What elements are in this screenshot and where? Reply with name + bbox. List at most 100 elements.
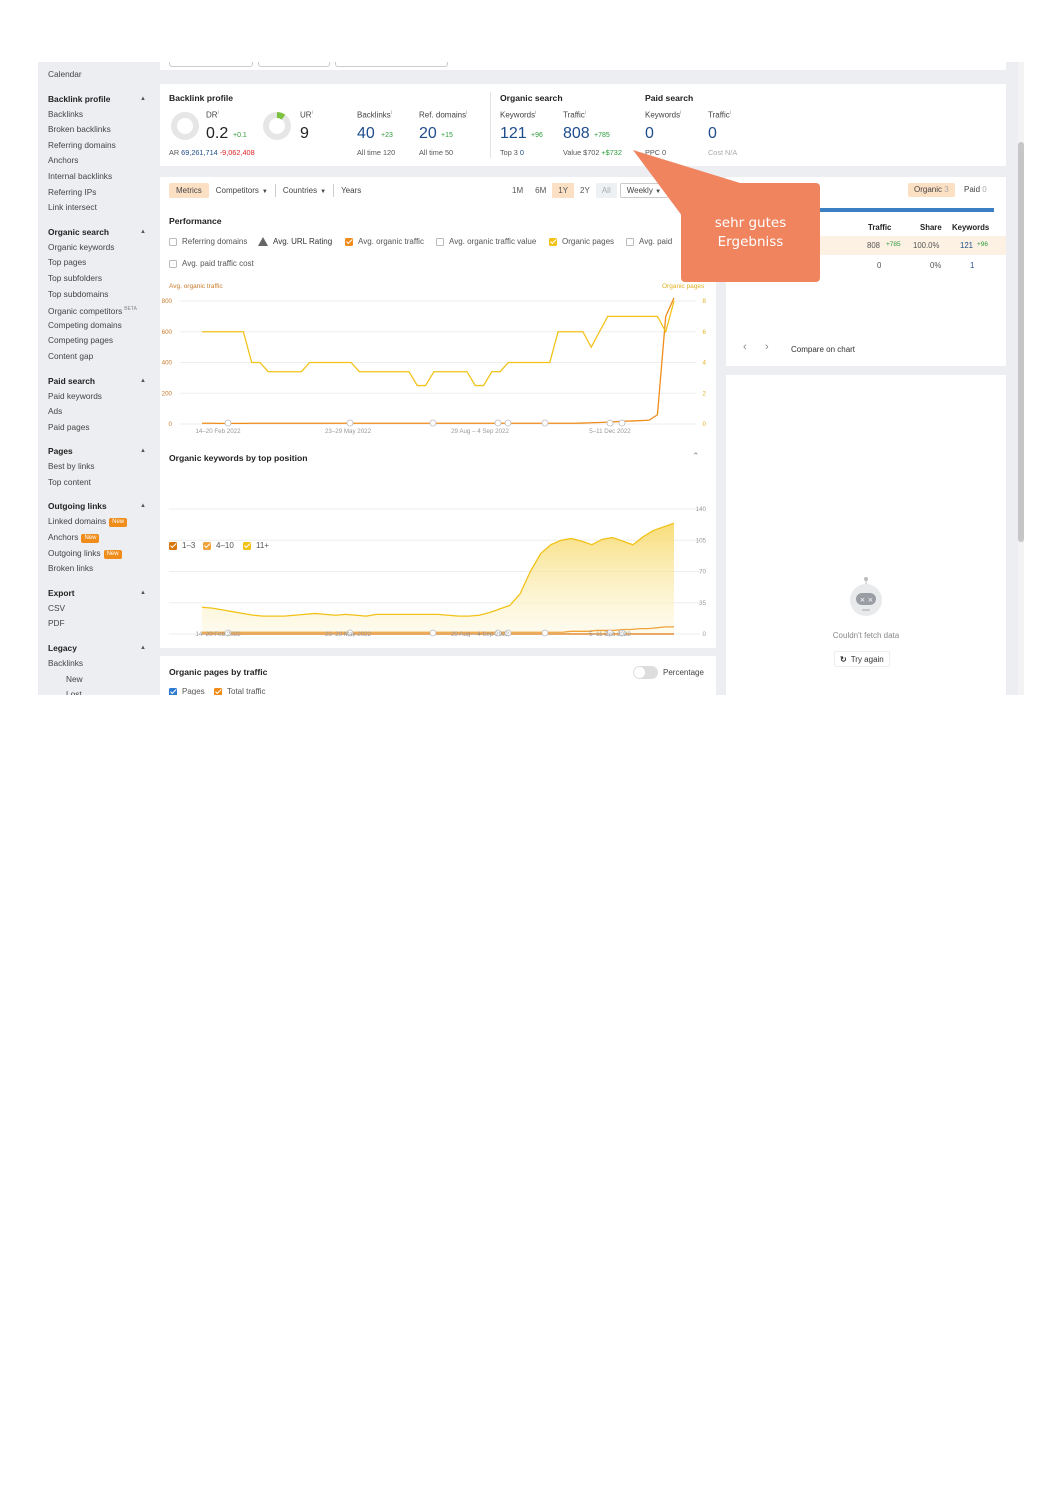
backlink-profile-title: Backlink profile (169, 93, 233, 103)
sidebar-item[interactable]: Ads (48, 404, 160, 420)
range-1m[interactable]: 1M (506, 183, 529, 198)
sidebar-item[interactable]: Best by links (48, 459, 160, 475)
y-tick-label: 70 (699, 569, 706, 576)
sidebar-item-label: Anchors (48, 532, 79, 543)
seg-organic[interactable]: Organic 3 (908, 183, 955, 197)
sidebar-section-header[interactable]: Export ▲ (48, 585, 160, 601)
toolbar-button[interactable] (169, 62, 253, 67)
seg-paid[interactable]: Paid 0 (958, 183, 993, 197)
chevron-right-icon[interactable]: › (765, 341, 769, 353)
metric-checkbox[interactable]: Avg. organic traffic (345, 237, 424, 246)
percentage-toggle[interactable] (633, 666, 658, 679)
sidebar-item-label: Ads (48, 406, 63, 417)
annotation-marker-icon (224, 419, 232, 427)
sidebar-section-header[interactable]: Pages ▲ (48, 443, 160, 459)
paid-traffic-value[interactable]: 0 (708, 125, 717, 143)
sidebar-item[interactable]: Organic keywords (48, 240, 160, 256)
sidebar-item[interactable]: Paid keywords (48, 389, 160, 405)
sidebar-item[interactable]: Link intersect (48, 200, 160, 216)
sidebar-item[interactable]: Competing domains (48, 318, 160, 334)
paid-keywords-label: Keywordsi (645, 110, 682, 120)
legend-checkbox[interactable]: Pages (169, 687, 205, 695)
range-2y[interactable]: 2Y (574, 183, 596, 198)
sidebar-item[interactable]: Referring domains (48, 138, 160, 154)
sidebar-item[interactable]: Top subdomains (48, 287, 160, 303)
app-window: Calendar Backlink profile ▲ Backlinks Broken… (38, 62, 1024, 695)
compare-on-chart-button[interactable]: Compare on chart (791, 345, 855, 354)
sidebar-item[interactable]: Anchors New (48, 530, 160, 546)
sidebar-item[interactable]: Competing pages (48, 333, 160, 349)
sidebar-item[interactable]: Internal backlinks (48, 169, 160, 185)
tab-competitors[interactable]: Competitors ▼ (209, 183, 275, 198)
sidebar-item[interactable]: Top pages (48, 255, 160, 271)
sidebar-item[interactable]: CSV (48, 601, 160, 617)
y-tick-label: 105 (696, 537, 707, 544)
sidebar-subitem[interactable]: New (48, 672, 160, 688)
try-again-button[interactable]: ↻ Try again (834, 651, 890, 667)
performance-chart[interactable]: 800 8600 6400 4200 20 014–20 Feb 2022 23–29 Ma… (160, 289, 716, 449)
toolbar-button[interactable] (258, 62, 330, 67)
right-tick-label: 4 (703, 360, 707, 367)
paid-keywords-value[interactable]: 0 (645, 125, 654, 143)
sidebar-item[interactable]: Referring IPs (48, 185, 160, 201)
tab-years[interactable]: Years (334, 183, 368, 198)
metric-checkbox[interactable]: Avg. paid traffic cost (169, 259, 254, 268)
sidebar-section-header[interactable]: Outgoing links ▲ (48, 498, 160, 514)
annotation-marker-icon (504, 419, 512, 427)
sidebar-item[interactable]: Outgoing links New (48, 546, 160, 562)
annotation-marker-icon (618, 419, 626, 427)
sidebar-item[interactable]: Backlinks (48, 107, 160, 123)
scrollbar-thumb[interactable] (1018, 142, 1024, 542)
sidebar-item[interactable]: Top subfolders (48, 271, 160, 287)
metrics-overview: Backlink profile DRi 0.2 +0.1 AR 69,261,… (160, 84, 1006, 166)
range-all[interactable]: All (595, 183, 617, 198)
sidebar-subitem[interactable]: Lost (48, 687, 160, 695)
sidebar-item[interactable]: Broken links (48, 561, 160, 577)
sidebar-section-header[interactable]: Legacy ▲ (48, 640, 160, 656)
sidebar-item-label: PDF (48, 618, 65, 629)
metric-checkbox[interactable]: Organic pages (549, 237, 614, 246)
tab-countries[interactable]: Countries ▼ (276, 183, 333, 198)
organic-keywords-value[interactable]: 121 (500, 125, 527, 143)
row-keywords: 1 (970, 261, 975, 270)
chevron-left-icon[interactable]: ‹ (743, 341, 747, 353)
metric-checkbox[interactable]: Avg. URL Rating (258, 237, 332, 246)
metric-checkbox[interactable]: Avg. paid (626, 237, 672, 246)
sidebar-item[interactable]: Linked domains New (48, 514, 160, 530)
chevron-down-icon: ▼ (655, 189, 662, 195)
sidebar-section-header[interactable]: Backlink profile ▲ (48, 91, 160, 107)
sidebar-section-header[interactable]: Paid search ▲ (48, 373, 160, 389)
interval-select[interactable]: Weekly ▼ (619, 183, 669, 198)
sidebar-item[interactable]: Content gap (48, 349, 160, 365)
ref-domains-value[interactable]: 20 (419, 125, 437, 143)
organic-keywords-delta: +96 (531, 132, 543, 139)
collapse-caret-icon: ▲ (140, 448, 146, 455)
sidebar-item[interactable]: Organic competitors BETA (48, 302, 160, 318)
backlinks-value[interactable]: 40 (357, 125, 375, 143)
tab-metrics[interactable]: Metrics (169, 183, 209, 198)
legend-checkbox[interactable]: Total traffic (214, 687, 266, 695)
metric-checkbox[interactable]: Avg. organic traffic value (436, 237, 536, 246)
sidebar-section-header[interactable]: Organic search ▲ (48, 224, 160, 240)
sidebar-item[interactable]: PDF (48, 616, 160, 632)
range-6m[interactable]: 6M (529, 183, 552, 198)
keywords-position-chart[interactable]: 140 105 70 35 0 14–20 Feb 2022 23–29 May 2022 2… (160, 497, 716, 637)
toggle-knob (634, 667, 645, 678)
sidebar-item[interactable]: Broken backlinks (48, 122, 160, 138)
sidebar-item[interactable]: Backlinks (48, 656, 160, 672)
toolbar-button[interactable] (335, 62, 448, 67)
sidebar-item-label: CSV (48, 602, 66, 613)
sidebar-item[interactable]: Paid pages (48, 420, 160, 436)
metric-checkbox[interactable]: Referring domains (169, 237, 247, 246)
sidebar-item[interactable]: Top content (48, 475, 160, 491)
right-tick-label: 2 (703, 390, 707, 397)
y-tick-label: 35 (699, 600, 706, 607)
collapse-icon[interactable]: ⌃ (692, 451, 700, 462)
sidebar-item[interactable]: Anchors (48, 153, 160, 169)
range-1y[interactable]: 1Y (552, 183, 575, 198)
scrollbar[interactable] (1018, 62, 1024, 695)
organic-traffic-value[interactable]: 808 (563, 125, 590, 143)
collapse-caret-icon: ▲ (140, 377, 146, 384)
sidebar-item-calendar[interactable]: Calendar (48, 67, 160, 83)
sidebar-item-label: Competing domains (48, 319, 122, 330)
